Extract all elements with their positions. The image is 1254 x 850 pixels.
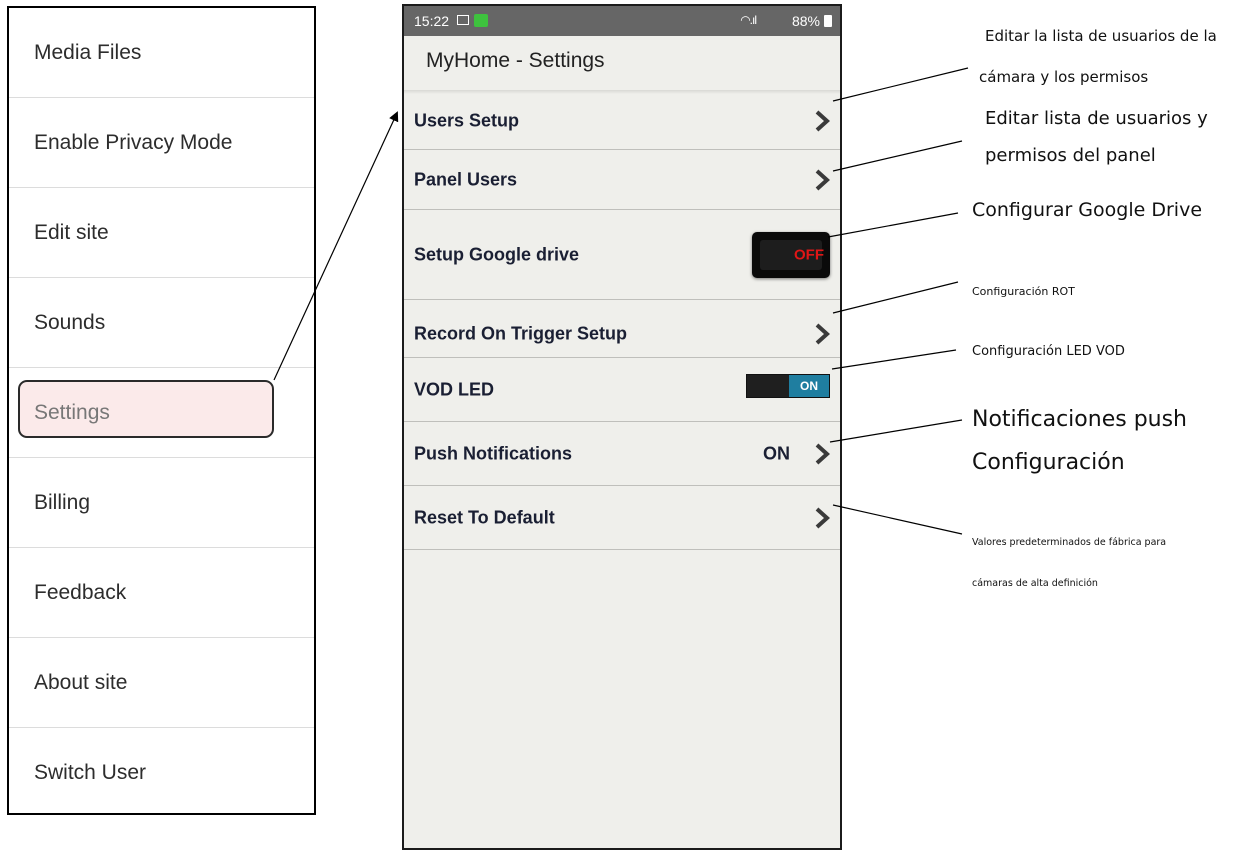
reset-connector bbox=[832, 504, 963, 535]
status-time: 15:22 bbox=[414, 13, 450, 29]
menu-item-label: About site bbox=[34, 670, 128, 694]
row-label: Setup Google drive bbox=[414, 244, 580, 264]
menu-item-label: Feedback bbox=[34, 580, 127, 604]
row-label: VOD LED bbox=[414, 379, 495, 399]
annotation-panel-users-line1: Editar lista de usuarios y bbox=[985, 108, 1208, 129]
toggle-state-label: OFF bbox=[794, 246, 824, 263]
push-connector bbox=[829, 419, 963, 443]
row-label: Push Notifications bbox=[414, 443, 573, 463]
annotation-reset-line2: cámaras de alta definición bbox=[972, 578, 1098, 589]
annotation-push-line1: Notificaciones push bbox=[972, 407, 1188, 432]
menu-item-feedback[interactable]: Feedback bbox=[9, 548, 314, 638]
menu-item-switch-user[interactable]: Switch User bbox=[9, 728, 314, 818]
toggle-state-label: ON bbox=[800, 379, 818, 394]
settings-row-record-on-trigger[interactable]: Record On Trigger Setup bbox=[404, 300, 840, 358]
settings-row-reset-to-default[interactable]: Reset To Default bbox=[404, 486, 840, 550]
annotation-push-line2: Configuración bbox=[972, 450, 1125, 475]
chevron-right-icon bbox=[815, 110, 830, 131]
annotation-rot: Configuración ROT bbox=[972, 285, 1075, 298]
panel-users-connector bbox=[832, 140, 963, 172]
settings-row-users-setup[interactable]: Users Setup bbox=[404, 92, 840, 150]
menu-item-settings[interactable]: Settings bbox=[9, 368, 314, 458]
annotation-vod-led: Configuración LED VOD bbox=[972, 344, 1125, 359]
side-menu: Media Files Enable Privacy Mode Edit sit… bbox=[7, 6, 316, 815]
chevron-right-icon bbox=[815, 507, 830, 528]
menu-item-billing[interactable]: Billing bbox=[9, 458, 314, 548]
row-label: Reset To Default bbox=[414, 507, 555, 527]
image-icon bbox=[457, 15, 469, 25]
settings-row-push-notifications[interactable]: Push Notifications ON bbox=[404, 422, 840, 486]
menu-item-label: Edit site bbox=[34, 220, 109, 244]
annotation-panel-users-line2: permisos del panel bbox=[985, 145, 1156, 166]
row-label: Users Setup bbox=[414, 110, 520, 130]
chevron-right-icon bbox=[815, 443, 830, 464]
google-drive-connector bbox=[827, 212, 959, 238]
settings-row-vod-led[interactable]: VOD LED ON bbox=[404, 358, 840, 422]
menu-item-media-files[interactable]: Media Files bbox=[9, 8, 314, 98]
menu-item-label: Switch User bbox=[34, 761, 147, 784]
annotation-google-drive: Configurar Google Drive bbox=[972, 199, 1203, 221]
settings-row-google-drive[interactable]: Setup Google drive OFF bbox=[404, 210, 840, 300]
row-value: ON bbox=[763, 443, 790, 463]
vod-led-toggle[interactable]: ON bbox=[746, 374, 830, 399]
chevron-right-icon bbox=[815, 169, 830, 190]
google-drive-toggle[interactable]: OFF bbox=[752, 231, 830, 278]
annotation-users-setup-line1: Editar la lista de usuarios de la bbox=[985, 27, 1217, 45]
app-notification-icon bbox=[474, 14, 488, 27]
battery-percent: 88% bbox=[791, 13, 820, 29]
users-setup-connector bbox=[832, 67, 969, 102]
menu-item-label: Media Files bbox=[34, 40, 142, 64]
chevron-right-icon bbox=[815, 323, 830, 345]
annotation-users-setup-line2: cámara y los permisos bbox=[979, 68, 1149, 86]
row-label: Record On Trigger Setup bbox=[414, 323, 628, 344]
phone-screen: 15:22 ◠.ıl 88% MyHome - Settings Users S… bbox=[402, 4, 842, 850]
app-title: MyHome - Settings bbox=[426, 49, 605, 72]
menu-item-about-site[interactable]: About site bbox=[9, 638, 314, 728]
menu-item-enable-privacy-mode[interactable]: Enable Privacy Mode bbox=[9, 98, 314, 188]
menu-item-label: Settings bbox=[34, 400, 110, 424]
menu-item-sounds[interactable]: Sounds bbox=[9, 278, 314, 368]
annotation-reset-line1: Valores predeterminados de fábrica para bbox=[972, 537, 1167, 548]
menu-item-label: Sounds bbox=[34, 310, 106, 334]
menu-item-edit-site[interactable]: Edit site bbox=[9, 188, 314, 278]
menu-item-label: Enable Privacy Mode bbox=[34, 130, 233, 154]
rot-connector bbox=[832, 281, 959, 314]
status-bar: 15:22 ◠.ıl 88% bbox=[404, 6, 840, 36]
wifi-icon: ◠.ıl bbox=[740, 13, 757, 27]
row-label: Panel Users bbox=[414, 169, 518, 189]
menu-item-label: Billing bbox=[34, 490, 91, 514]
vod-led-connector bbox=[831, 349, 957, 370]
battery-icon bbox=[824, 15, 832, 27]
settings-row-panel-users[interactable]: Panel Users bbox=[404, 150, 840, 210]
